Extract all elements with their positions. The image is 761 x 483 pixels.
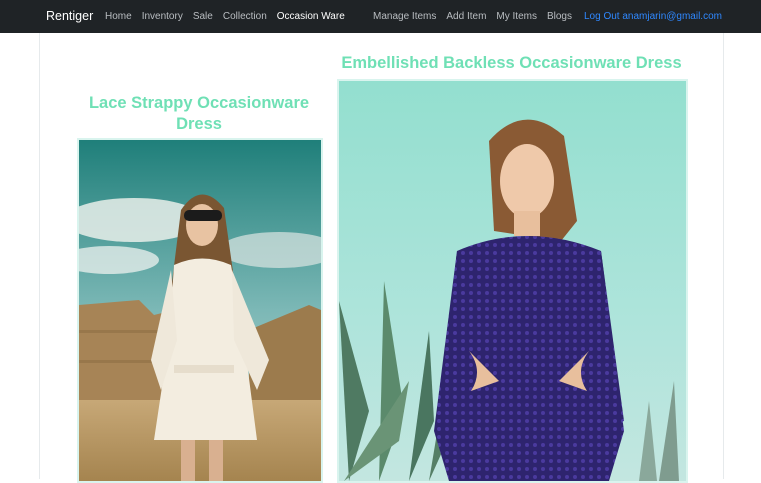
nav-blogs[interactable]: Blogs xyxy=(547,11,572,22)
product-title: Embellished Backless Occasionware Dress xyxy=(341,54,682,72)
nav-manage-items[interactable]: Manage Items xyxy=(373,11,436,22)
nav-collection[interactable]: Collection xyxy=(223,11,267,22)
nav-my-items[interactable]: My Items xyxy=(496,11,537,22)
product-image-embellished-backless[interactable] xyxy=(337,79,688,483)
nav-sale[interactable]: Sale xyxy=(193,11,213,22)
logout-link[interactable]: Log Out anamjarin@gmail.com xyxy=(584,11,722,22)
nav-occasion-ware[interactable]: Occasion Ware xyxy=(277,11,345,22)
nav-inventory[interactable]: Inventory xyxy=(142,11,183,22)
brand-link[interactable]: Rentiger xyxy=(46,9,93,23)
nav-primary: Home Inventory Sale Collection Occasion … xyxy=(105,11,345,22)
product-image-lace-strappy[interactable] xyxy=(77,138,323,483)
nav-secondary: Manage Items Add Item My Items Blogs Log… xyxy=(373,11,722,22)
nav-add-item[interactable]: Add Item xyxy=(446,11,486,22)
dress-photo xyxy=(339,81,686,481)
dress-photo xyxy=(79,140,321,481)
nav-home[interactable]: Home xyxy=(105,11,132,22)
product-title: Lace Strappy Occasionware Dress xyxy=(88,94,310,133)
top-navbar: Rentiger Home Inventory Sale Collection … xyxy=(0,0,761,33)
